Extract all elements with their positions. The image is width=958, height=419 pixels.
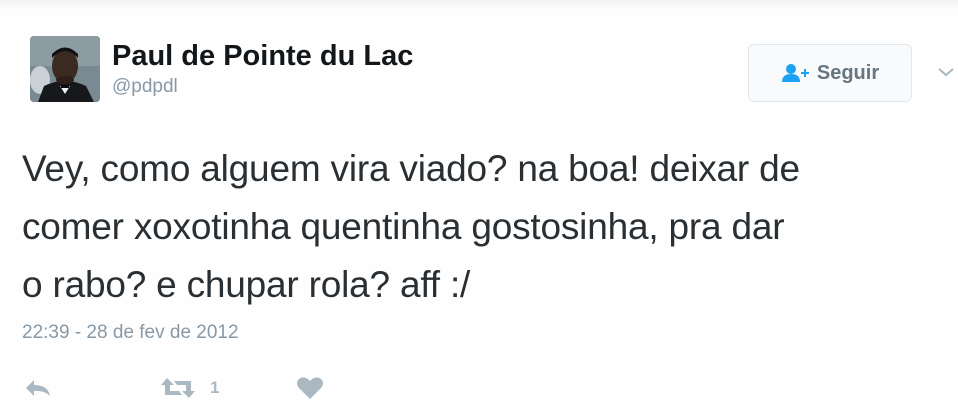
avatar-photo-icon bbox=[30, 36, 100, 102]
tweet-card: Paul de Pointe du Lac @pdpdl Seguir Vey,… bbox=[0, 0, 958, 419]
tweet-text-line: Vey, como alguem vira viado? na boa! dei… bbox=[22, 148, 800, 189]
tweet-text-line: o rabo? e chupar rola? aff :/ bbox=[22, 264, 471, 305]
retweet-icon bbox=[161, 378, 195, 398]
author-handle[interactable]: @pdpdl bbox=[112, 76, 178, 98]
like-button[interactable] bbox=[296, 370, 324, 406]
tweet-text: Vey, como alguem vira viado? na boa! dei… bbox=[22, 140, 942, 314]
user-avatar[interactable] bbox=[30, 36, 100, 102]
reply-button[interactable] bbox=[22, 370, 54, 406]
retweet-count: 1 bbox=[210, 378, 220, 397]
tweet-text-line: comer xoxotinha quentinha gostosinha, pr… bbox=[22, 206, 785, 247]
follow-button[interactable]: Seguir bbox=[748, 44, 912, 102]
follow-button-label: Seguir bbox=[816, 61, 880, 84]
add-user-icon bbox=[781, 64, 809, 82]
heart-icon bbox=[297, 377, 323, 399]
top-edge-shadow bbox=[0, 0, 958, 10]
chevron-down-icon bbox=[938, 68, 954, 77]
author-name[interactable]: Paul de Pointe du Lac bbox=[112, 40, 413, 73]
retweet-button[interactable]: 1 bbox=[160, 370, 219, 406]
tweet-actions: 1 bbox=[0, 370, 958, 410]
tweet-timestamp[interactable]: 22:39 - 28 de fev de 2012 bbox=[22, 322, 239, 344]
tweet-menu[interactable] bbox=[936, 64, 956, 80]
reply-icon bbox=[26, 380, 50, 396]
